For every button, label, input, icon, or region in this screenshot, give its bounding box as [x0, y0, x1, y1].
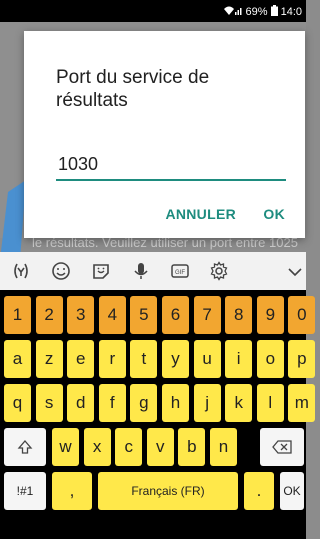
key-v[interactable]: v — [146, 428, 174, 466]
status-icons: 69% 14:0 — [223, 5, 302, 19]
key-7[interactable]: 7 — [193, 296, 221, 334]
key-8[interactable]: 8 — [225, 296, 253, 334]
wifi-signal-icon — [223, 5, 243, 19]
key-j[interactable]: j — [193, 384, 221, 422]
dialog-title: Port du service de résultats — [56, 67, 210, 111]
key-5[interactable]: 5 — [130, 296, 158, 334]
key-k[interactable]: k — [225, 384, 253, 422]
key-u[interactable]: u — [193, 340, 221, 378]
key-c[interactable]: c — [115, 428, 143, 466]
key-6[interactable]: 6 — [162, 296, 189, 334]
expand-icon[interactable] — [8, 258, 34, 284]
key-2[interactable]: 2 — [35, 296, 63, 334]
key-n[interactable]: n — [210, 428, 237, 466]
space-key[interactable]: Français (FR) — [98, 472, 238, 510]
gif-icon[interactable]: GIF — [167, 258, 193, 284]
key-g[interactable]: g — [130, 384, 158, 422]
chevron-down-icon[interactable] — [282, 258, 308, 284]
emoji-icon[interactable] — [48, 258, 74, 284]
port-input[interactable] — [56, 149, 286, 181]
key-i[interactable]: i — [225, 340, 253, 378]
sticker-icon[interactable] — [88, 258, 114, 284]
status-bar: 69% 14:0 — [0, 0, 306, 22]
ok-button[interactable]: OK — [263, 206, 285, 222]
key-z[interactable]: z — [35, 340, 63, 378]
key-3[interactable]: 3 — [67, 296, 95, 334]
key-1[interactable]: 1 — [4, 296, 31, 334]
key-9[interactable]: 9 — [256, 296, 284, 334]
key-a[interactable]: a — [4, 340, 31, 378]
shift-key[interactable] — [4, 428, 46, 466]
port-dialog: Port du service de résultats ANNULER OK — [24, 31, 305, 238]
key-x[interactable]: x — [83, 428, 111, 466]
comma-key[interactable]: , — [52, 472, 92, 510]
backspace-key[interactable] — [260, 428, 304, 466]
key-d[interactable]: d — [67, 384, 95, 422]
key-m[interactable]: m — [288, 384, 316, 422]
key-4[interactable]: 4 — [98, 296, 126, 334]
clock: 14:0 — [280, 6, 302, 18]
battery-icon — [270, 5, 278, 19]
key-b[interactable]: b — [178, 428, 206, 466]
microphone-icon[interactable] — [128, 258, 154, 284]
key-f[interactable]: f — [98, 384, 126, 422]
key-t[interactable]: t — [130, 340, 158, 378]
key-0[interactable]: 0 — [288, 296, 316, 334]
key-h[interactable]: h — [162, 384, 189, 422]
keyboard-toolbar: GIF — [0, 252, 306, 290]
period-key[interactable]: . — [244, 472, 274, 510]
backspace-icon — [272, 440, 292, 454]
key-y[interactable]: y — [162, 340, 189, 378]
key-e[interactable]: e — [67, 340, 95, 378]
shift-icon — [17, 440, 33, 454]
enter-ok-key[interactable]: OK — [280, 472, 304, 510]
key-o[interactable]: o — [256, 340, 284, 378]
key-p[interactable]: p — [288, 340, 316, 378]
key-r[interactable]: r — [98, 340, 126, 378]
key-l[interactable]: l — [256, 384, 284, 422]
symbols-key[interactable]: !#1 — [4, 472, 46, 510]
battery-percent: 69% — [245, 6, 268, 18]
key-s[interactable]: s — [35, 384, 63, 422]
settings-gear-icon[interactable] — [206, 258, 232, 284]
key-q[interactable]: q — [4, 384, 31, 422]
svg-text:GIF: GIF — [175, 270, 185, 276]
cancel-button[interactable]: ANNULER — [165, 206, 236, 222]
key-w[interactable]: w — [52, 428, 79, 466]
